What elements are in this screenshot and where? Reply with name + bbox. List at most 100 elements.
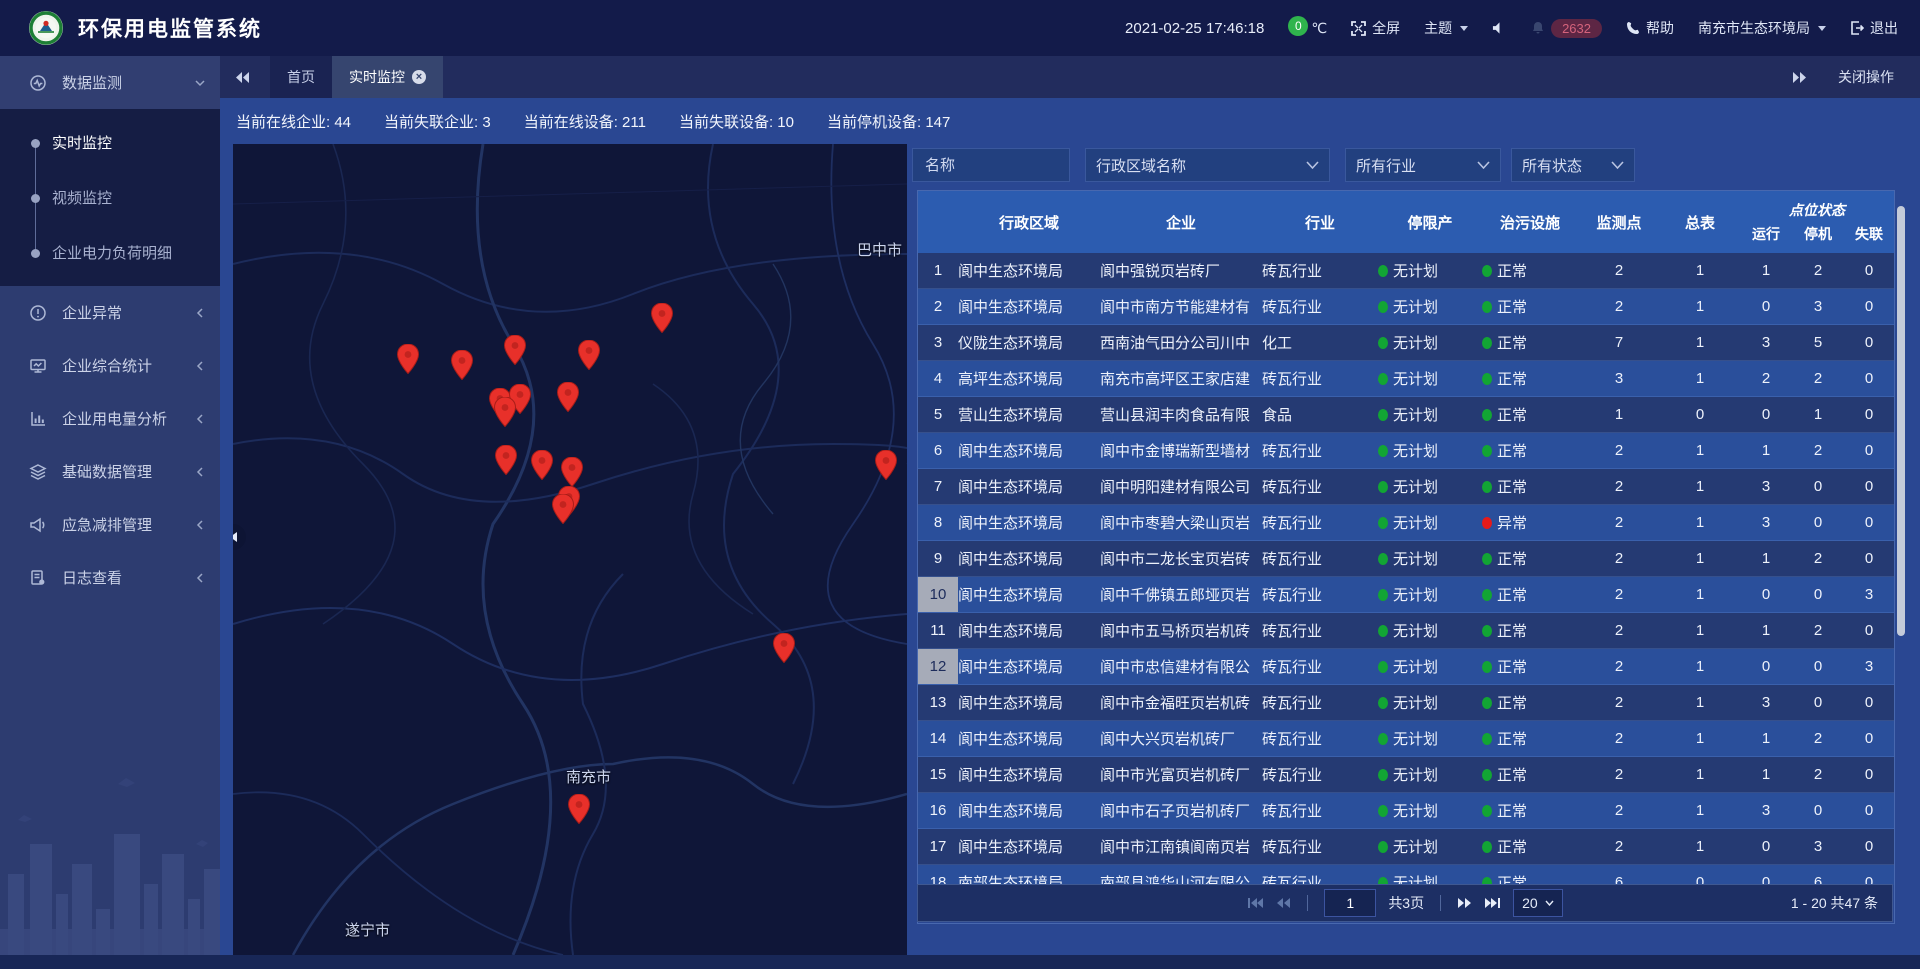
- page-size-select[interactable]: 20: [1513, 889, 1563, 917]
- table-row[interactable]: 2阆中生态环境局阆中市南方节能建材有砖瓦行业无计划正常21030: [918, 289, 1894, 325]
- cell-offline: 3: [1844, 649, 1894, 684]
- cell-monitor-points: 2: [1578, 505, 1660, 540]
- tab-home[interactable]: 首页: [270, 56, 332, 98]
- table-row[interactable]: 6阆中生态环境局阆中市金博瑞新型墙材砖瓦行业无计划正常21120: [918, 433, 1894, 469]
- status-dot: [1378, 697, 1388, 709]
- notifications-button[interactable]: 2632: [1531, 19, 1602, 38]
- map-pin-icon[interactable]: [578, 340, 600, 370]
- map-pin-icon[interactable]: [773, 633, 795, 663]
- first-page-icon[interactable]: [1247, 897, 1264, 909]
- cell-total-meter: 1: [1660, 289, 1740, 324]
- cell-region: 阆中生态环境局: [958, 433, 1100, 468]
- stat-item: 当前失联设备: 10: [679, 111, 794, 132]
- map-pin-icon[interactable]: [561, 457, 583, 487]
- table-row[interactable]: 11阆中生态环境局阆中市五马桥页岩机砖砖瓦行业无计划正常21120: [918, 613, 1894, 649]
- cell-limit-production: 无计划: [1378, 289, 1482, 324]
- map-pin-icon[interactable]: [531, 450, 553, 480]
- cell-stopped: 2: [1792, 613, 1844, 648]
- table-scrollbar-thumb[interactable]: [1897, 206, 1905, 636]
- name-search-input-box[interactable]: [912, 148, 1070, 182]
- cell-region: 阆中生态环境局: [958, 829, 1100, 864]
- table-row[interactable]: 9阆中生态环境局阆中市二龙长宝页岩砖砖瓦行业无计划正常21120: [918, 541, 1894, 577]
- sidebar-item[interactable]: 数据监测: [0, 56, 220, 109]
- sidebar-subitem[interactable]: 视频监控: [0, 170, 220, 225]
- map-pin-icon[interactable]: [552, 494, 574, 524]
- table-row[interactable]: 3仪陇生态环境局西南油气田分公司川中化工无计划正常71350: [918, 325, 1894, 361]
- cell-limit-production: 无计划: [1378, 541, 1482, 576]
- sidebar-item-label: 企业综合统计: [62, 355, 194, 376]
- cell-stopped: 0: [1792, 685, 1844, 720]
- cell-monitor-points: 2: [1578, 577, 1660, 612]
- status-dot: [1482, 625, 1492, 637]
- status-dot: [1378, 661, 1388, 673]
- table-row[interactable]: 1阆中生态环境局阆中强锐页岩砖厂砖瓦行业无计划正常21120: [918, 253, 1894, 289]
- industry-select[interactable]: 所有行业: [1345, 148, 1501, 182]
- table-row[interactable]: 12阆中生态环境局阆中市忠信建材有限公砖瓦行业无计划正常21003: [918, 649, 1894, 685]
- last-page-icon[interactable]: [1484, 897, 1501, 909]
- prev-page-icon[interactable]: [1276, 897, 1291, 909]
- cell-pollution-facility: 正常: [1482, 361, 1578, 396]
- map-pin-icon[interactable]: [568, 794, 590, 824]
- map-panel[interactable]: 巴中市南充市遂宁市: [233, 144, 907, 955]
- app-window: 环保用电监管系统 2021-02-25 17:46:18 0 ℃ 全屏 主题: [0, 0, 1920, 969]
- cell-pollution-facility: 正常: [1482, 829, 1578, 864]
- table-row[interactable]: 10阆中生态环境局阆中千佛镇五郎垭页岩砖瓦行业无计划正常21003: [918, 577, 1894, 613]
- sidebar-item[interactable]: 企业用电量分析: [0, 392, 220, 445]
- table-row[interactable]: 18南部生态环境局南部县鸿华山河有限公砖瓦行业无计划正常60060: [918, 865, 1894, 885]
- map-pin-icon[interactable]: [875, 450, 897, 480]
- table-row[interactable]: 15阆中生态环境局阆中市光富页岩机砖厂砖瓦行业无计划正常21120: [918, 757, 1894, 793]
- map-pin-icon[interactable]: [495, 445, 517, 475]
- map-pin-icon[interactable]: [557, 382, 579, 412]
- stat-item: 当前停机设备: 147: [827, 111, 950, 132]
- table-row[interactable]: 7阆中生态环境局阆中明阳建材有限公司砖瓦行业无计划正常21300: [918, 469, 1894, 505]
- sidebar-item[interactable]: 企业综合统计: [0, 339, 220, 392]
- map-pin-icon[interactable]: [651, 303, 673, 333]
- table-row[interactable]: 13阆中生态环境局阆中市金福旺页岩机砖砖瓦行业无计划正常21300: [918, 685, 1894, 721]
- row-index: 3: [918, 325, 958, 360]
- cell-company: 阆中千佛镇五郎垭页岩: [1100, 577, 1262, 612]
- region-select[interactable]: 行政区域名称: [1085, 148, 1330, 182]
- map-pin-icon[interactable]: [451, 350, 473, 380]
- tab-realtime-monitor[interactable]: 实时监控 ×: [332, 56, 443, 98]
- sidebar-item[interactable]: 应急减排管理: [0, 498, 220, 551]
- cell-limit-production: 无计划: [1378, 613, 1482, 648]
- table-row[interactable]: 5营山生态环境局营山县润丰肉食品有限食品无计划正常10010: [918, 397, 1894, 433]
- status-select[interactable]: 所有状态: [1511, 148, 1635, 182]
- sidebar-item[interactable]: 基础数据管理: [0, 445, 220, 498]
- close-tab-icon[interactable]: ×: [412, 70, 426, 84]
- sidebar-item[interactable]: 日志查看: [0, 551, 220, 604]
- map-pin-icon[interactable]: [504, 335, 526, 365]
- map-pin-icon[interactable]: [494, 397, 516, 427]
- row-index: 13: [918, 685, 958, 720]
- next-page-icon[interactable]: [1457, 897, 1472, 909]
- cell-pollution-facility: 正常: [1482, 613, 1578, 648]
- cell-industry: 砖瓦行业: [1262, 469, 1378, 504]
- help-button[interactable]: 帮助: [1626, 18, 1674, 38]
- status-dot: [1482, 373, 1492, 385]
- cell-industry: 砖瓦行业: [1262, 577, 1378, 612]
- sidebar-subitem[interactable]: 实时监控: [0, 115, 220, 170]
- name-search-input[interactable]: [923, 156, 1059, 175]
- table-row[interactable]: 8阆中生态环境局阆中市枣碧大梁山页岩砖瓦行业无计划异常21300: [918, 505, 1894, 541]
- sidebar-item[interactable]: 企业异常: [0, 286, 220, 339]
- theme-dropdown[interactable]: 主题: [1424, 18, 1468, 38]
- table-row[interactable]: 14阆中生态环境局阆中大兴页岩机砖厂砖瓦行业无计划正常21120: [918, 721, 1894, 757]
- region-select-value: 行政区域名称: [1096, 155, 1186, 176]
- org-dropdown[interactable]: 南充市生态环境局: [1698, 18, 1826, 38]
- table-row[interactable]: 16阆中生态环境局阆中市石子页岩机砖厂砖瓦行业无计划正常21300: [918, 793, 1894, 829]
- table-body: 1阆中生态环境局阆中强锐页岩砖厂砖瓦行业无计划正常211202阆中生态环境局阆中…: [918, 253, 1894, 885]
- logout-button[interactable]: 退出: [1850, 18, 1898, 38]
- header-cell: 行政区域: [958, 191, 1100, 253]
- status-dot: [1482, 409, 1492, 421]
- fullscreen-button[interactable]: 全屏: [1351, 18, 1400, 38]
- mute-button[interactable]: [1492, 21, 1507, 35]
- map-pin-icon[interactable]: [397, 344, 419, 374]
- chevron-left-icon: [194, 307, 206, 319]
- tabs-scroll-left-icon[interactable]: [234, 71, 250, 84]
- tabs-scroll-right-icon[interactable]: [1792, 71, 1808, 84]
- table-row[interactable]: 17阆中生态环境局阆中市江南镇阆南页岩砖瓦行业无计划正常21030: [918, 829, 1894, 865]
- table-row[interactable]: 4高坪生态环境局南充市高坪区王家店建砖瓦行业无计划正常31220: [918, 361, 1894, 397]
- sidebar-subitem[interactable]: 企业电力负荷明细: [0, 225, 220, 280]
- page-number-input[interactable]: [1324, 889, 1376, 917]
- close-operations-button[interactable]: 关闭操作: [1838, 67, 1894, 87]
